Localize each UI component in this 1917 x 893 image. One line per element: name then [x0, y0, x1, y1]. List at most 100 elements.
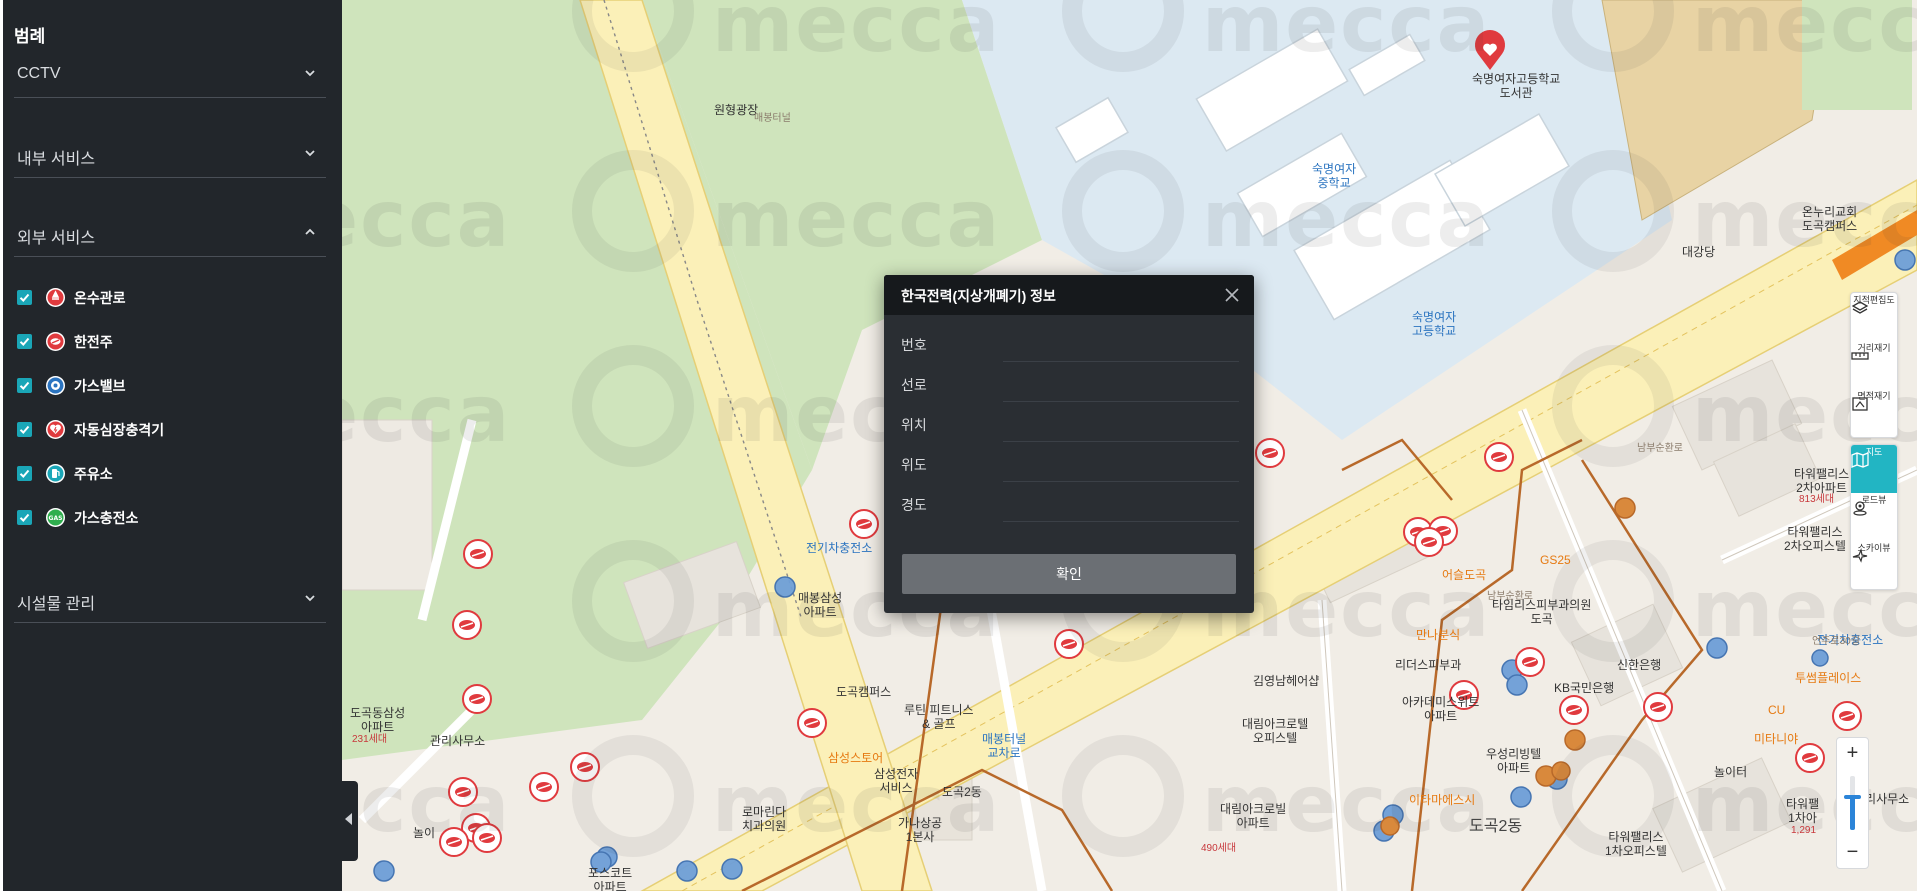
layer-checkbox[interactable]: [17, 290, 32, 305]
area-icon: [1852, 397, 1868, 411]
field-underline: [1003, 401, 1239, 402]
field-line: 선로: [901, 363, 1239, 403]
map-label: 원형광장: [714, 103, 759, 117]
section-external-service[interactable]: 외부 서비스: [14, 216, 326, 257]
measure-area-button[interactable]: 면적재기: [1851, 389, 1897, 437]
map-label: 포스코트 아파트: [588, 866, 633, 891]
layer-label: 온수관로: [74, 290, 126, 306]
utility-pole-icon: [46, 332, 65, 351]
section-cctv[interactable]: CCTV: [14, 57, 326, 98]
layer-label: 한전주: [74, 334, 113, 350]
watermark: mecca: [1692, 0, 1917, 70]
zoom-control: + −: [1836, 737, 1869, 869]
defibrillator-icon: [46, 420, 65, 439]
layer-checkbox[interactable]: [17, 378, 32, 393]
layer-label: 가스밸브: [74, 378, 126, 394]
layer-label: 가스충전소: [74, 510, 139, 526]
map-label: 온누리교회 도곡캠퍼스: [1802, 205, 1858, 233]
map-label: 만나분식: [1416, 628, 1461, 642]
layer-checkbox[interactable]: [17, 466, 32, 481]
watermark: mecca: [342, 370, 512, 460]
roadview-icon: [1853, 501, 1867, 516]
map-label: KB국민은행: [1554, 681, 1615, 695]
map-view-button[interactable]: 지도: [1851, 445, 1897, 493]
map-label: 매봉터널 교차로: [982, 732, 1027, 760]
chevron-down-icon: [305, 150, 315, 157]
map-tools-panel: 지적편집도 거리재기 면적재기: [1850, 292, 1898, 438]
map-label: 도곡2동: [942, 785, 982, 799]
layer-gas-charging[interactable]: GAS 가스충전소: [17, 503, 317, 533]
layer-checkbox[interactable]: [17, 510, 32, 525]
zoom-in-button[interactable]: +: [1837, 738, 1868, 769]
measure-distance-button[interactable]: 거리재기: [1851, 341, 1897, 389]
field-longitude: 경도: [901, 483, 1239, 523]
section-label: 내부 서비스: [17, 151, 96, 168]
roadview-button[interactable]: 로드뷰: [1851, 493, 1897, 541]
zoom-slider-handle[interactable]: [1844, 795, 1861, 799]
field-number: 번호: [901, 323, 1239, 363]
field-underline: [1003, 441, 1239, 442]
layer-defibrillator[interactable]: 자동심장충격기: [17, 415, 317, 445]
section-facility-management[interactable]: 시설물 관리: [14, 582, 326, 623]
map-label: 로마린다 치과의원: [742, 805, 787, 833]
map-label: 1,291: [1791, 825, 1817, 836]
field-underline: [1003, 521, 1239, 522]
layer-gas-station[interactable]: 주유소: [17, 459, 317, 489]
map-label: 도곡2동: [1469, 818, 1523, 835]
map-label: GS25: [1540, 553, 1571, 567]
map-label: 삼성스토어: [828, 751, 884, 765]
layer-checkbox[interactable]: [17, 422, 32, 437]
skyview-button[interactable]: 스카이뷰: [1851, 541, 1897, 589]
map-label: 매봉삼성 아파트: [798, 591, 843, 619]
close-icon[interactable]: [1224, 287, 1240, 303]
watermark-logo: [1062, 150, 1184, 272]
layer-hot-water-pipe[interactable]: 온수관로: [17, 283, 317, 313]
chevron-left-icon: [345, 813, 352, 825]
map-label: 대림아크로텔 오피스텔: [1242, 717, 1309, 745]
zoom-level-fill: [1850, 797, 1855, 830]
map-label: 루틴 피트니스 & 골프: [904, 703, 974, 731]
map-icon: [1851, 452, 1869, 468]
layer-checkbox[interactable]: [17, 334, 32, 349]
collapse-sidebar-button[interactable]: [341, 781, 358, 861]
watermark: mecca: [342, 175, 512, 265]
map-label: 타워팰리스 2차오피스텔: [1784, 525, 1846, 553]
section-internal-service[interactable]: 내부 서비스: [14, 137, 326, 178]
gas-icon-text: GAS: [49, 515, 63, 522]
map-label: 관리사무소: [430, 734, 486, 748]
gas-charging-icon: GAS: [46, 508, 65, 527]
field-location: 위치: [901, 403, 1239, 443]
chevron-down-icon: [305, 70, 315, 77]
layer-gas-valve[interactable]: 가스밸브: [17, 371, 317, 401]
map-label: 숙명여자 중학교: [1312, 162, 1357, 190]
map-label: 어슬도곡: [1442, 568, 1487, 582]
map-label: 타워팰 1차아: [1786, 797, 1820, 825]
section-label: CCTV: [17, 65, 61, 82]
gas-valve-icon: [46, 376, 65, 395]
map-view-panel: 지도 로드뷰 스카이뷰: [1850, 444, 1898, 590]
layer-label: 자동심장충격기: [74, 422, 165, 438]
map-label: 삼성전자 서비스: [874, 767, 919, 795]
gas-station-icon: [46, 464, 65, 483]
info-modal: 한국전력(지상개폐기) 정보 번호 선로 위치 위도 경도 확인: [884, 275, 1254, 613]
watermark-logo: [1552, 150, 1674, 272]
map-label: 231세대: [352, 734, 388, 745]
watermark-logo: [572, 540, 694, 662]
layer-utility-pole[interactable]: 한전주: [17, 327, 317, 357]
map-label: 490세대: [1201, 843, 1237, 854]
section-label: 외부 서비스: [17, 230, 96, 247]
map-label: 남부순환로: [1487, 591, 1533, 602]
watermark: mecca: [712, 175, 1002, 265]
field-underline: [1003, 481, 1239, 482]
confirm-button[interactable]: 확인: [902, 554, 1236, 594]
chevron-down-icon: [305, 595, 315, 602]
field-latitude: 위도: [901, 443, 1239, 483]
map-label: 투썸플레이스: [1795, 671, 1862, 685]
zoom-slider[interactable]: [1844, 776, 1861, 830]
zoom-out-button[interactable]: −: [1837, 837, 1868, 868]
cadastral-map-button[interactable]: 지적편집도: [1851, 293, 1897, 341]
map-label: 도곡캠퍼스: [836, 685, 892, 699]
field-label: 경도: [901, 497, 927, 513]
field-label: 번호: [901, 337, 927, 353]
map-label: 리더스피부과: [1395, 658, 1462, 672]
